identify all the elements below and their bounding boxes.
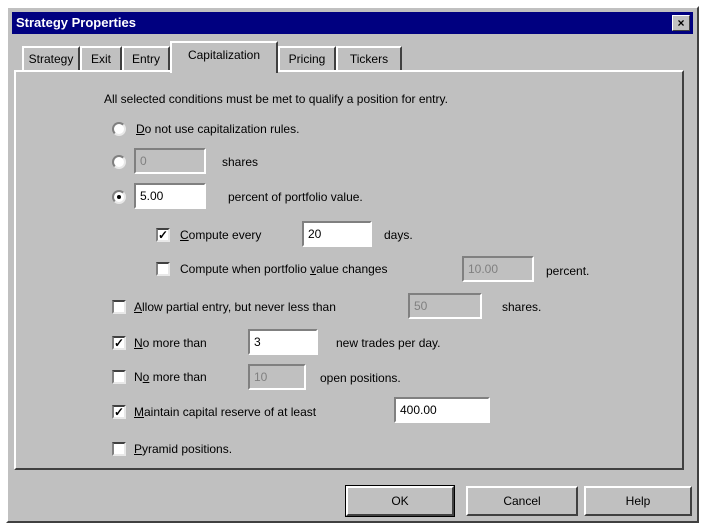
window-title: Strategy Properties xyxy=(16,15,136,30)
percent-input[interactable]: 5.00 xyxy=(134,183,206,209)
pyramid-label[interactable]: Pyramid positions. xyxy=(134,442,232,456)
check-icon: ✓ xyxy=(114,336,125,350)
pyramid-checkbox[interactable] xyxy=(112,442,126,456)
capital-reserve-input[interactable]: 400.00 xyxy=(394,397,490,423)
tab-tickers[interactable]: Tickers xyxy=(336,46,402,70)
max-positions-suffix: open positions. xyxy=(320,371,401,385)
compute-every-label[interactable]: Compute every xyxy=(180,228,261,242)
compute-when-input[interactable]: 10.00 xyxy=(462,256,534,282)
max-trades-input[interactable]: 3 xyxy=(248,329,318,355)
days-label: days. xyxy=(384,228,413,242)
percent-label: percent of portfolio value. xyxy=(228,190,363,204)
shares-label: shares xyxy=(222,155,259,169)
intro-text: All selected conditions must be met to q… xyxy=(104,92,448,106)
compute-every-checkbox[interactable]: ✓ xyxy=(156,228,170,242)
max-positions-input[interactable]: 10 xyxy=(248,364,306,390)
close-icon[interactable]: × xyxy=(672,15,690,31)
compute-when-checkbox[interactable] xyxy=(156,262,170,276)
ok-button[interactable]: OK xyxy=(345,485,455,517)
compute-every-input[interactable]: 20 xyxy=(302,221,372,247)
max-positions-checkbox[interactable] xyxy=(112,370,126,384)
tab-entry[interactable]: Entry xyxy=(122,46,170,70)
capital-reserve-label[interactable]: Maintain capital reserve of at least xyxy=(134,405,316,419)
shares-radio[interactable] xyxy=(112,155,126,169)
partial-entry-checkbox[interactable] xyxy=(112,300,126,314)
max-trades-checkbox[interactable]: ✓ xyxy=(112,336,126,350)
help-button[interactable]: Help xyxy=(584,486,692,516)
tab-capitalization[interactable]: Capitalization xyxy=(170,41,278,73)
capital-reserve-checkbox[interactable]: ✓ xyxy=(112,405,126,419)
partial-entry-suffix: shares. xyxy=(502,300,542,314)
tab-pricing[interactable]: Pricing xyxy=(278,46,336,70)
tab-strategy[interactable]: Strategy xyxy=(22,46,80,70)
title-bar[interactable]: Strategy Properties × xyxy=(12,12,693,34)
max-trades-suffix: new trades per day. xyxy=(336,336,441,350)
partial-entry-label[interactable]: Allow partial entry, but never less than xyxy=(134,300,336,314)
tab-exit[interactable]: Exit xyxy=(80,46,122,70)
check-icon: ✓ xyxy=(114,405,125,419)
compute-when-label[interactable]: Compute when portfolio value changes xyxy=(180,262,387,276)
max-positions-label[interactable]: No more than xyxy=(134,370,207,384)
compute-when-suffix: percent. xyxy=(546,264,590,278)
no-rules-label[interactable]: Do not use capitalization rules. xyxy=(136,122,299,136)
shares-input[interactable]: 0 xyxy=(134,148,206,174)
max-trades-label[interactable]: No more than xyxy=(134,336,207,350)
check-icon: ✓ xyxy=(158,228,169,242)
cancel-button[interactable]: Cancel xyxy=(466,486,578,516)
partial-entry-input[interactable]: 50 xyxy=(408,293,482,319)
percent-radio[interactable] xyxy=(112,190,126,204)
no-rules-radio[interactable] xyxy=(112,122,126,136)
